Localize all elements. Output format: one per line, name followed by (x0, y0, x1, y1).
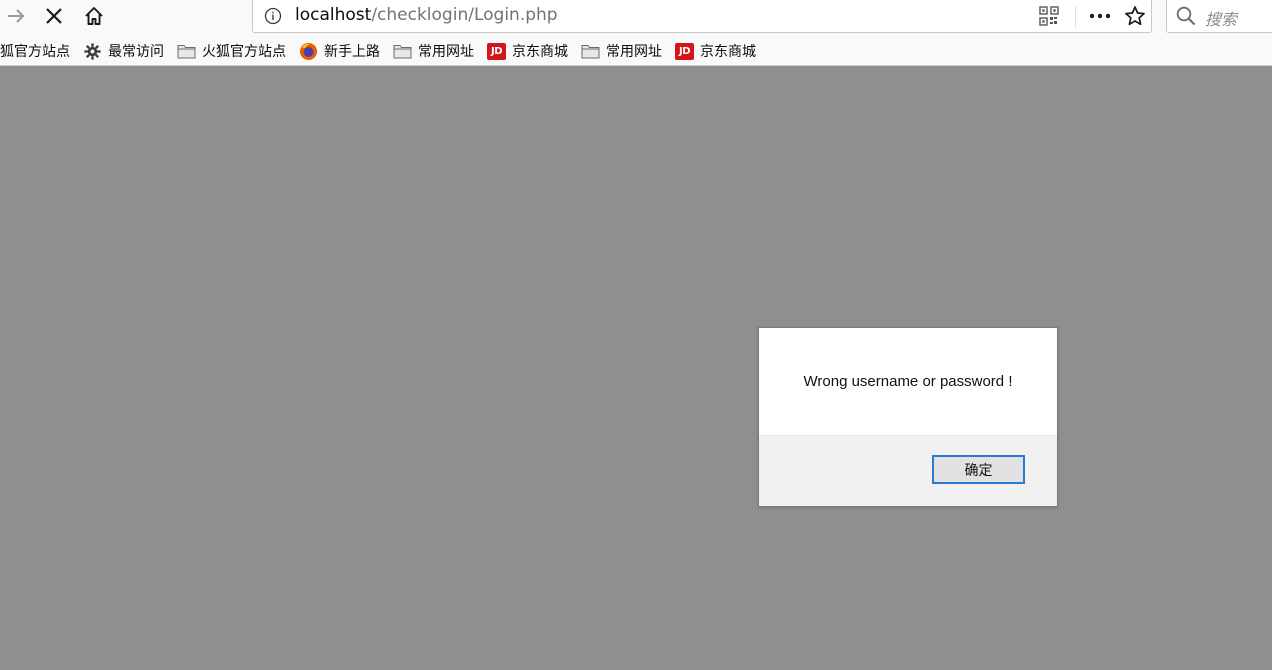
home-button[interactable] (80, 2, 108, 30)
bookmark-item[interactable]: JD 京东商城 (669, 39, 763, 63)
bookmark-item[interactable]: 常用网址 (575, 39, 669, 63)
close-icon (46, 8, 62, 24)
stop-button[interactable] (40, 2, 68, 30)
folder-icon (581, 45, 600, 59)
bookmark-item[interactable]: 火狐官方站点 (171, 39, 293, 63)
alert-message: Wrong username or password ! (803, 373, 1013, 390)
bookmark-label: 新手上路 (324, 44, 380, 60)
bookmark-label: 火狐官方站点 (0, 44, 70, 60)
url-host: localhost (295, 5, 372, 25)
bookmark-item[interactable]: 火狐官方站点 (0, 39, 77, 63)
browser-chrome: localhost/checklogin/Login.php 搜索 狐官方站点 … (0, 0, 1272, 66)
alert-footer: 确定 (759, 435, 1057, 506)
bookmark-label: 常用网址 (418, 44, 474, 60)
bookmark-item[interactable]: 最常访问 (77, 39, 171, 63)
bookmark-label: 京东商城 (700, 44, 756, 60)
site-info-button[interactable] (263, 6, 283, 26)
folder-icon (177, 45, 196, 59)
url-bar-separator (1075, 6, 1076, 28)
folder-icon (393, 45, 412, 59)
bookmark-label: 京东商城 (512, 44, 568, 60)
url-bar[interactable]: localhost/checklogin/Login.php (252, 0, 1152, 33)
page-actions-button[interactable] (1087, 4, 1113, 28)
bookmark-item[interactable]: 常用网址 (387, 39, 481, 63)
bookmark-star-button[interactable] (1123, 4, 1147, 28)
url-path: /checklogin/Login.php (371, 5, 558, 25)
gear-icon (84, 42, 101, 60)
forward-button[interactable] (2, 2, 30, 30)
star-icon (1125, 6, 1145, 26)
jd-icon: JD (675, 42, 694, 60)
home-icon (85, 7, 103, 25)
firefox-icon (299, 42, 318, 60)
search-button[interactable] (1175, 5, 1197, 27)
ellipsis-icon (1089, 13, 1111, 19)
ok-button[interactable]: 确定 (932, 455, 1025, 484)
qr-code-icon (1039, 6, 1059, 26)
alert-dialog: Wrong username or password ! 确定 (758, 327, 1058, 507)
bookmark-label: 最常访问 (108, 44, 164, 60)
bookmark-item[interactable]: 新手上路 (293, 39, 387, 63)
arrow-right-icon (8, 9, 25, 23)
bookmarks-bar: 火狐官方站点 (0, 38, 1272, 64)
page-content-overlay (0, 66, 1272, 670)
jd-icon: JD (487, 42, 506, 60)
bookmark-item[interactable]: JD 京东商城 (481, 39, 575, 63)
search-icon (1176, 6, 1196, 26)
bookmark-label: 常用网址 (606, 44, 662, 60)
info-icon (264, 7, 282, 25)
url-text[interactable]: localhost/checklogin/Login.php (295, 5, 558, 25)
bookmark-label: 火狐官方站点 (202, 44, 286, 60)
qr-code-button[interactable] (1039, 6, 1059, 26)
search-input[interactable]: 搜索 (1205, 6, 1237, 30)
search-box[interactable]: 搜索 (1166, 0, 1272, 33)
